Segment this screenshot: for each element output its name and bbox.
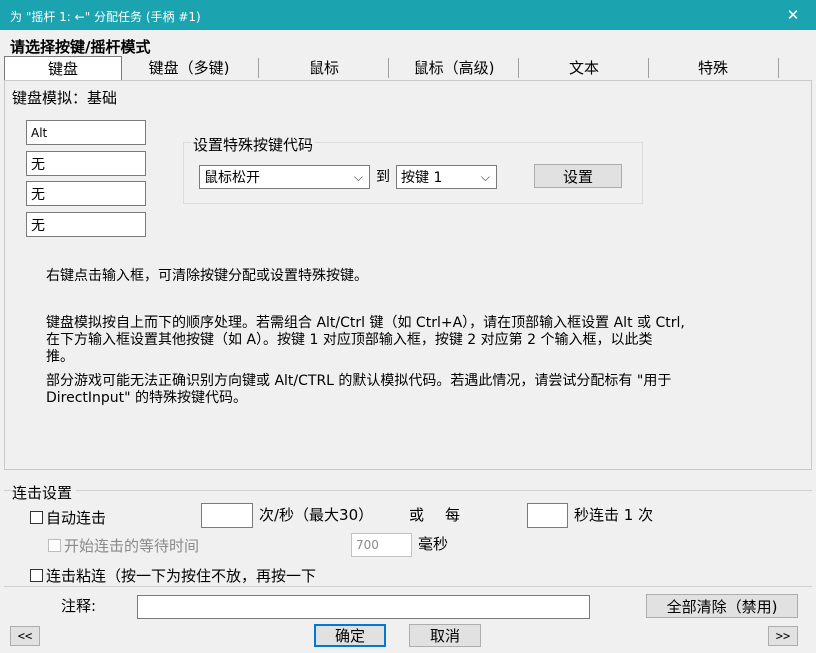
special-action-select[interactable]: 鼠标松开 ⌵ [199, 165, 370, 189]
auto-fire-checkbox[interactable]: 自动连击 [30, 507, 106, 528]
tab-keyboard-multi[interactable]: 键盘（多键) [128, 54, 250, 80]
seconds-unit: 秒连击 1 次 [574, 506, 654, 524]
close-icon[interactable]: ✕ [770, 0, 816, 30]
seconds-input[interactable] [527, 503, 568, 528]
sticky-checkbox[interactable]: 连击粘连（按一下为按住不放，再按一下 [30, 565, 338, 586]
hint-order-line3: 推。 [46, 349, 74, 365]
tab-separator [388, 58, 389, 78]
tab-separator [518, 58, 519, 78]
turbo-group-label: 连击设置 [12, 482, 77, 503]
hint-order-line1: 键盘模拟按自上而下的顺序处理。若需组合 Alt/Ctrl 键（如 Ctrl+A）… [46, 315, 685, 331]
ok-button[interactable]: 确定 [314, 624, 386, 647]
special-key-group-label: 设置特殊按键代码 [191, 134, 316, 155]
auto-fire-label: 自动连击 [46, 509, 107, 527]
next-button[interactable]: >> [768, 626, 798, 646]
tab-mouse[interactable]: 鼠标 [260, 54, 388, 80]
hint-order-line2: 在下方输入框设置其他按键（如 A）。按键 1 对应顶部输入框，按键 2 对应第 … [46, 332, 653, 348]
sticky-label: 连击粘连（按一下为按住不放，再按一下 [46, 567, 317, 585]
checkbox-box [48, 539, 61, 552]
cancel-button[interactable]: 取消 [409, 624, 481, 647]
footer-separator [4, 586, 812, 587]
clear-all-button[interactable]: 全部清除（禁用) [646, 594, 798, 618]
checkbox-box [30, 511, 43, 524]
key-input-3[interactable]: 无 [26, 181, 146, 206]
tab-separator [258, 58, 259, 78]
keyboard-group-label: 键盘模拟：基础 [12, 87, 118, 108]
key-input-1[interactable]: Alt [26, 120, 146, 145]
every-label: 每 [445, 506, 461, 524]
hint-right-click: 右键点击输入框，可清除按键分配或设置特殊按键。 [46, 268, 368, 284]
mode-tabs: 键盘 键盘（多键) 鼠标 鼠标（高级) 文本 特殊 [0, 54, 816, 80]
tab-mouse-advanced[interactable]: 鼠标（高级) [390, 54, 518, 80]
delay-label: 开始连击的等待时间 [64, 537, 200, 555]
special-key-select[interactable]: 按键 1 ⌵ [396, 165, 497, 189]
prev-button[interactable]: << [10, 626, 40, 646]
to-label: 到 [376, 169, 390, 185]
checkbox-box [30, 569, 43, 582]
set-button[interactable]: 设置 [534, 164, 622, 188]
comment-label: 注释: [61, 597, 97, 615]
special-action-value: 鼠标松开 [204, 170, 260, 186]
tab-keyboard[interactable]: 键盘 [4, 56, 122, 80]
comment-input[interactable] [137, 595, 590, 619]
tab-separator [778, 58, 779, 78]
window-title: 为 "摇杆 1: ←" 分配任务 (手柄 #1) [10, 10, 201, 24]
title-bar: 为 "摇杆 1: ←" 分配任务 (手柄 #1) ✕ [0, 0, 816, 30]
rate-unit: 次/秒（最大30） [259, 506, 374, 524]
hint-directinput-line1: 部分游戏可能无法正确识别方向键或 Alt/CTRL 的默认模拟代码。若遇此情况，… [46, 373, 672, 389]
tab-text[interactable]: 文本 [520, 54, 648, 80]
chevron-down-icon: ⌵ [480, 170, 490, 184]
key-input-2[interactable]: 无 [26, 151, 146, 176]
or-label: 或 [409, 506, 425, 524]
delay-checkbox[interactable]: 开始连击的等待时间 [48, 535, 199, 556]
delay-unit: 毫秒 [418, 535, 449, 553]
special-key-value: 按键 1 [401, 170, 443, 186]
chevron-down-icon: ⌵ [353, 170, 363, 184]
turbo-separator [4, 490, 812, 491]
tab-separator [648, 58, 649, 78]
key-input-4[interactable]: 无 [26, 212, 146, 237]
rate-input[interactable] [201, 503, 253, 528]
tab-special[interactable]: 特殊 [650, 54, 776, 80]
hint-directinput-line2: DirectInput" 的特殊按键代码。 [46, 390, 248, 406]
delay-input[interactable]: 700 [351, 533, 412, 557]
